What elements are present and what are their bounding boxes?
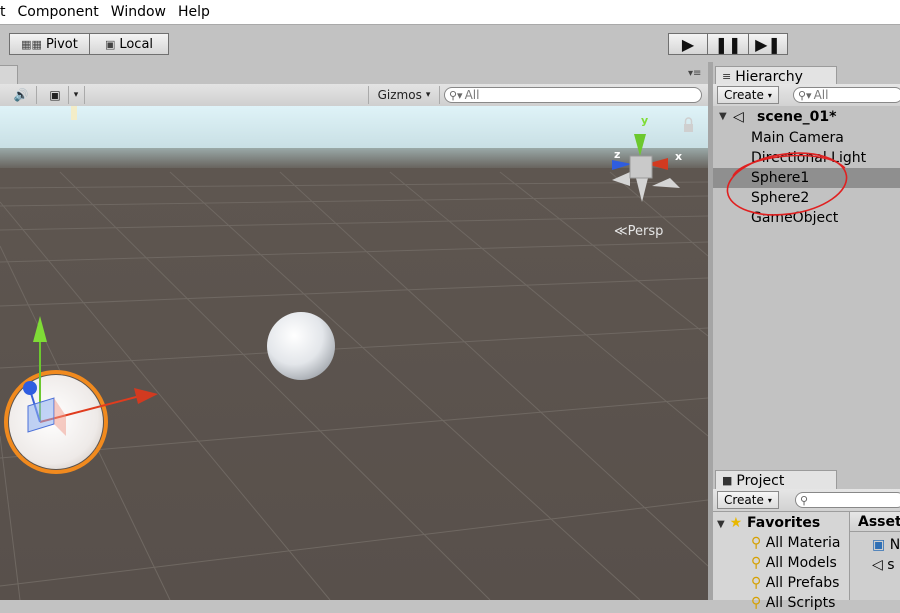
speaker-icon: 🔊 <box>13 88 29 102</box>
assets-header: Asset <box>850 512 900 532</box>
favorite-label: All Models <box>765 555 837 571</box>
menu-item-help[interactable]: Help <box>172 1 216 23</box>
menu-bar: t Component Window Help <box>0 0 900 24</box>
star-icon: ★ <box>729 515 743 531</box>
panel-menu-icon[interactable]: ▾≡ <box>688 68 701 79</box>
favorites-header[interactable]: ▼ ★ Favorites <box>717 513 820 533</box>
step-icon: ▶❚ <box>755 34 781 54</box>
scene-control-bar: 🔊 ▣ ▾ Gizmos ▾ ⚲▾ All <box>0 84 708 107</box>
sphere2 <box>267 312 335 380</box>
asset-item-script[interactable]: ▣ N <box>872 535 900 555</box>
project-tab-label: Project <box>736 472 785 489</box>
project-toolbar: Create ▾ ⚲ <box>713 489 900 512</box>
axis-label-y: y <box>641 114 649 127</box>
pause-button[interactable]: ❚❚ <box>707 33 749 55</box>
search-placeholder: All <box>813 88 829 102</box>
dropdown-arrow-icon: ▾ <box>767 90 772 100</box>
hierarchy-create-button[interactable]: Create ▾ <box>717 86 779 104</box>
dropdown-arrow-icon: ▾ <box>73 90 79 100</box>
project-create-button[interactable]: Create ▾ <box>717 491 779 509</box>
favorite-label: All Prefabs <box>765 575 840 591</box>
search-icon: ⚲ <box>751 535 762 551</box>
search-icon: ⚲▾ <box>449 88 463 102</box>
main-toolbar: ▦▦ Pivot ▣ Local ▶ ❚❚ ▶❚ <box>0 24 900 63</box>
menu-item-window[interactable]: Window <box>105 1 172 23</box>
scene-search-input[interactable]: ⚲▾ All <box>444 87 702 103</box>
project-body: ▼ ★ Favorites ⚲ All Materia ⚲ All Models… <box>713 512 900 611</box>
gizmos-dropdown[interactable]: Gizmos ▾ <box>368 86 440 104</box>
dropdown-arrow-icon: ▾ <box>767 495 772 505</box>
asset-item-scene[interactable]: ◁ s <box>872 555 895 575</box>
search-icon: ⚲ <box>800 493 809 507</box>
project-tabstrip: ■ Project <box>713 468 900 490</box>
pivot-icon: ▦▦ <box>21 37 42 51</box>
image-icon: ▣ <box>49 88 61 102</box>
effects-dropdown[interactable]: ▾ <box>68 86 85 104</box>
hierarchy-tab-label: Hierarchy <box>735 68 803 85</box>
scene-tabstrip: ▾≡ <box>0 64 708 85</box>
favorite-label: All Scripts <box>765 595 836 611</box>
asset-label: s <box>887 557 895 573</box>
axis-label-z: z <box>614 148 621 161</box>
pivot-label: Pivot <box>45 36 78 52</box>
hierarchy-search-input[interactable]: ⚲▾ All <box>793 87 900 103</box>
tab-hierarchy[interactable]: ≡ Hierarchy <box>715 66 837 86</box>
hierarchy-list: ▼ ◁ scene_01* Main Camera Directional Li… <box>713 106 900 464</box>
gizmos-label: Gizmos <box>377 88 422 102</box>
project-assets-pane: Asset ▣ N ◁ s <box>850 512 900 600</box>
search-icon: ⚲ <box>751 555 762 571</box>
menu-item-edit[interactable]: t <box>0 1 12 23</box>
search-placeholder: All <box>464 88 480 102</box>
persp-arrow-icon: ≪ <box>614 224 628 239</box>
ground-plane <box>0 168 708 600</box>
project-favorites-tree: ▼ ★ Favorites ⚲ All Materia ⚲ All Models… <box>713 512 850 611</box>
expand-triangle-icon[interactable]: ▼ <box>717 519 725 530</box>
scene-viewport[interactable]: y z x ≪Persp <box>0 106 708 600</box>
script-file-icon: ▣ <box>872 537 886 553</box>
audio-toggle[interactable]: 🔊 <box>6 86 37 104</box>
dropdown-arrow-icon: ▾ <box>425 90 431 100</box>
hierarchy-toolbar: Create ▾ ⚲▾ All <box>713 84 900 107</box>
favorite-item-prefabs[interactable]: ⚲ All Prefabs <box>751 573 839 593</box>
favorite-label: All Materia <box>765 535 841 551</box>
favorite-item-materials[interactable]: ⚲ All Materia <box>751 533 841 553</box>
pivot-button[interactable]: ▦▦ Pivot <box>9 33 90 55</box>
search-icon: ⚲ <box>751 595 762 611</box>
asset-label: N <box>889 537 900 553</box>
favorite-item-scripts[interactable]: ⚲ All Scripts <box>751 593 835 613</box>
local-button[interactable]: ▣ Local <box>89 33 169 55</box>
local-label: Local <box>119 36 154 52</box>
scene-render <box>0 106 708 600</box>
light-gizmo-stub <box>71 106 77 120</box>
create-label: Create <box>724 493 764 507</box>
folder-icon: ■ <box>722 474 733 487</box>
pause-icon: ❚❚ <box>714 34 742 54</box>
play-icon: ▶ <box>681 34 695 54</box>
local-cube-icon: ▣ <box>104 37 116 51</box>
red-annotation-circle <box>726 152 848 216</box>
list-icon: ≡ <box>722 70 732 83</box>
favorite-item-models[interactable]: ⚲ All Models <box>751 553 837 573</box>
hierarchy-tabstrip: ≡ Hierarchy <box>713 64 900 86</box>
menu-item-component[interactable]: Component <box>12 1 105 23</box>
search-icon: ⚲ <box>751 575 762 591</box>
effects-toggle[interactable]: ▣ <box>42 86 69 104</box>
play-button[interactable]: ▶ <box>668 33 708 55</box>
unity-scene-icon: ◁ <box>872 557 883 573</box>
tab-scene[interactable] <box>0 65 18 85</box>
axis-label-x: x <box>675 150 683 163</box>
project-search-input[interactable]: ⚲ <box>795 492 900 508</box>
step-button[interactable]: ▶❚ <box>748 33 788 55</box>
favorites-label: Favorites <box>747 515 821 531</box>
create-label: Create <box>724 88 764 102</box>
tab-project[interactable]: ■ Project <box>715 470 837 490</box>
search-icon: ⚲▾ <box>798 88 812 102</box>
persp-label[interactable]: ≪Persp <box>614 224 663 239</box>
lock-icon <box>684 124 693 132</box>
